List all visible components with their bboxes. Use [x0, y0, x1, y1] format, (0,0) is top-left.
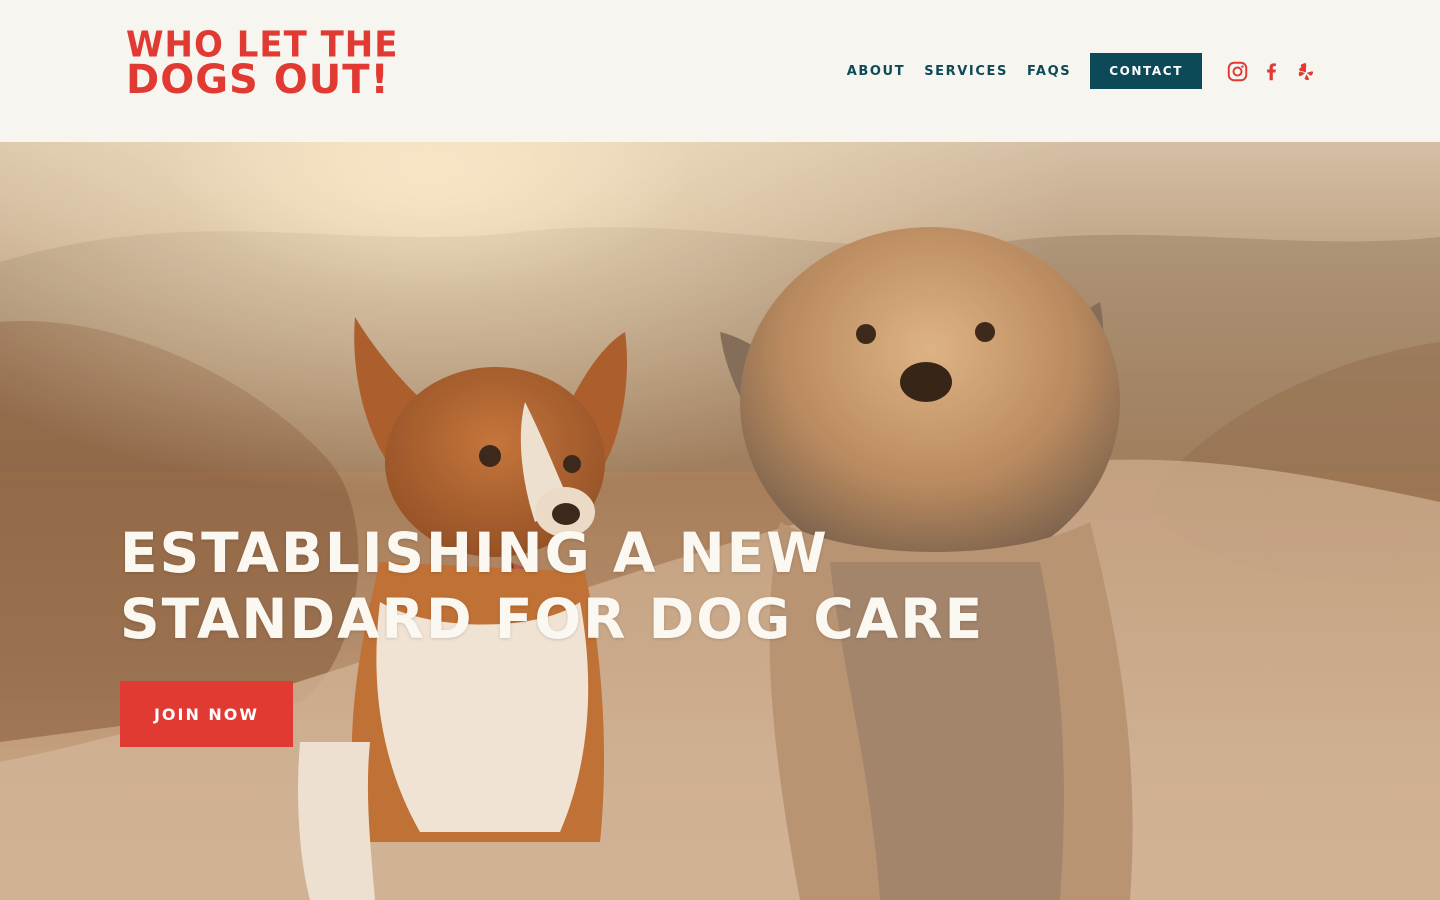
- headline-line-1: ESTABLISHING A NEW: [120, 521, 829, 585]
- facebook-link[interactable]: [1261, 61, 1282, 82]
- logo-line-2: DOGS OUT!: [126, 57, 390, 103]
- join-now-button[interactable]: JOIN NOW: [120, 681, 293, 747]
- nav-link-about[interactable]: ABOUT: [847, 64, 905, 79]
- hero-banner: ESTABLISHING A NEW STANDARD FOR DOG CARE…: [0, 142, 1440, 900]
- yelp-icon: [1298, 62, 1314, 80]
- contact-button[interactable]: CONTACT: [1090, 53, 1202, 89]
- hero-headline: ESTABLISHING A NEW STANDARD FOR DOG CARE: [120, 520, 984, 652]
- brand-logo[interactable]: WHO LET THE DOGS OUT!: [126, 24, 399, 103]
- nav-link-services[interactable]: SERVICES: [924, 64, 1008, 79]
- facebook-icon: [1267, 62, 1276, 80]
- site-header: WHO LET THE DOGS OUT! ABOUT SERVICES FAQ…: [0, 0, 1440, 142]
- instagram-icon: [1227, 61, 1248, 81]
- social-links: [1227, 61, 1316, 82]
- headline-line-2: STANDARD FOR DOG CARE: [120, 587, 985, 651]
- logo-line-1: WHO LET THE: [126, 24, 399, 67]
- yelp-link[interactable]: [1295, 61, 1316, 82]
- nav-link-faqs[interactable]: FAQS: [1027, 64, 1071, 79]
- instagram-link[interactable]: [1227, 61, 1248, 82]
- main-nav: ABOUT SERVICES FAQS CONTACT: [847, 53, 1316, 89]
